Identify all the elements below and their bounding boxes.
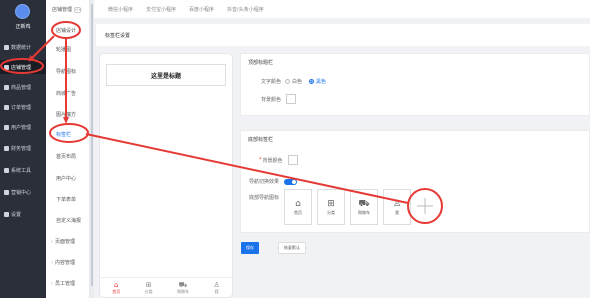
menu-scrollbar[interactable] — [90, 0, 94, 298]
sidebar-item-settings[interactable]: 设置 — [0, 207, 46, 221]
nav-effect-label: 导航切换效果 — [249, 179, 280, 185]
nav-icon-category[interactable]: ⊞ 分类 — [317, 189, 345, 225]
gear-icon — [4, 211, 9, 217]
shop-name: 正新鸡 — [15, 24, 31, 30]
nav-effect-row: 导航切换效果 — [249, 178, 298, 185]
wallet-icon — [4, 145, 9, 151]
wrench-icon — [4, 167, 9, 173]
menu-item-store-design[interactable]: 店铺设计 — [46, 24, 90, 37]
user-icon: ♙ — [213, 280, 220, 289]
megaphone-icon — [4, 189, 9, 195]
home-icon: ⌂ — [295, 198, 301, 209]
menu-item-ads[interactable]: 商城广告 — [46, 87, 90, 100]
tabbar-settings-panel: 顶部标题栏 文字颜色 白色 黑色 背景颜色 底部标签栏 * 背景颜色 导航切换效… — [240, 53, 590, 298]
top-title-card: 顶部标题栏 文字颜色 白色 黑色 背景颜色 — [240, 53, 590, 116]
tab-douyin[interactable]: 抖音/头条小程序 — [227, 6, 264, 13]
nav-icons-label: 底部导航图标 — [249, 195, 280, 201]
top-section-title: 顶部标题栏 — [248, 60, 274, 66]
tab-alipay[interactable]: 支付宝小程序 — [146, 6, 176, 13]
main-sidebar: 正新鸡 数据统计 店铺管理 商品管理 订单管理 用户管理 财务管理 系统工具 营… — [0, 0, 46, 298]
sidebar-item-goods[interactable]: 商品管理 — [0, 80, 46, 94]
menu-group-staff[interactable]: 员工管理 — [46, 277, 90, 290]
phone-preview: 这里是标题 ⌂ 首页 ⊞ 分类 ⛟ 购物车 ♙ 我 — [99, 53, 233, 298]
radio-black[interactable]: 黑色 — [309, 78, 326, 85]
platform-tabs: 微信小程序 支付宝小程序 百度小程序 抖音/头条小程序 — [94, 0, 590, 18]
home-icon: ⌂ — [113, 280, 119, 289]
save-button[interactable]: 保存 — [241, 242, 259, 254]
sidebar-item-orders[interactable]: 订单管理 — [0, 100, 46, 114]
preview-title-bar: 这里是标题 — [106, 64, 226, 86]
cart-icon: ⛟ — [178, 280, 188, 289]
text-color-row: 文字颜色 白色 黑色 — [261, 78, 326, 85]
shop-logo-avatar[interactable] — [15, 4, 30, 19]
bg-color-label: 背景颜色 — [261, 96, 282, 103]
tab-wechat[interactable]: 微信小程序 — [108, 6, 133, 13]
bottom-section-title: 底部标签栏 — [248, 137, 274, 143]
nav-icon-me[interactable]: ♙ 我 — [383, 189, 411, 225]
tab-baidu[interactable]: 百度小程序 — [189, 6, 214, 13]
page-title-bar: 标签栏设置 — [96, 24, 590, 46]
reset-button[interactable]: 恢复默认 — [278, 242, 306, 254]
menu-item-order-form[interactable]: 下单表单 — [46, 193, 90, 206]
preview-title: 这里是标题 — [150, 72, 181, 80]
preview-tab-me[interactable]: ♙ 我 — [213, 281, 219, 295]
chart-icon — [4, 44, 9, 50]
nav-icon-cart[interactable]: ⛟ 购物车 — [350, 189, 378, 225]
menu-group-pages[interactable]: 页面管理 — [46, 235, 90, 248]
preview-tabbar: ⌂ 首页 ⊞ 分类 ⛟ 购物车 ♙ 我 — [100, 277, 232, 297]
sidebar-item-users[interactable]: 用户管理 — [0, 120, 46, 134]
box-icon — [4, 84, 9, 90]
grid-icon: ⊞ — [145, 280, 152, 289]
sidebar-item-finance[interactable]: 财务管理 — [0, 141, 46, 155]
submenu-title: 店铺管理 — [52, 7, 73, 13]
menu-item-user-center[interactable]: 用户中心 — [46, 172, 90, 185]
order-icon — [4, 104, 9, 110]
store-icon — [4, 64, 9, 70]
text-color-label: 文字颜色 — [261, 79, 282, 85]
preview-tab-home[interactable]: ⌂ 首页 — [112, 281, 120, 295]
submenu-header: 店铺管理 << — [52, 6, 82, 13]
preview-tab-category[interactable]: ⊞ 分类 — [145, 281, 153, 295]
radio-white-dot — [285, 79, 291, 84]
collapse-button[interactable]: << — [74, 6, 82, 13]
nav-effect-toggle[interactable] — [284, 178, 298, 185]
menu-item-nav-icons[interactable]: 导航图标 — [46, 65, 90, 78]
secondary-menu: 店铺管理 << 店铺设计 轮播图 导航图标 商城广告 图片魔方 标签栏 首页布局… — [46, 0, 90, 298]
sidebar-item-tools[interactable]: 系统工具 — [0, 163, 46, 177]
radio-black-dot — [309, 79, 315, 84]
user-icon: ♙ — [392, 198, 402, 209]
menu-item-home-layout[interactable]: 首页布局 — [46, 150, 90, 163]
page-title: 标签栏设置 — [105, 32, 131, 39]
bottom-bg-color-row: * 背景颜色 — [259, 155, 298, 165]
top-bg-color-picker[interactable] — [286, 94, 297, 104]
preview-tab-cart[interactable]: ⛟ 购物车 — [177, 281, 189, 295]
user-icon — [4, 124, 9, 130]
sidebar-item-marketing[interactable]: 营销中心 — [0, 185, 46, 199]
sidebar-item-stats[interactable]: 数据统计 — [0, 40, 46, 54]
menu-item-poster[interactable]: 自定义海报 — [46, 214, 90, 227]
bottom-bg-label: 背景颜色 — [262, 157, 283, 164]
menu-item-banner[interactable]: 轮播图 — [46, 43, 90, 56]
menu-group-content[interactable]: 内容管理 — [46, 256, 90, 269]
scrollbar-thumb[interactable] — [91, 4, 93, 286]
cart-icon: ⛟ — [358, 198, 370, 209]
grid-icon: ⊞ — [327, 198, 335, 209]
top-bg-color-row: 背景颜色 — [261, 94, 297, 104]
bottom-bg-color-picker[interactable] — [287, 155, 298, 165]
nav-icon-home[interactable]: ⌂ 首页 — [284, 189, 312, 225]
sidebar-item-store[interactable]: 店铺管理 — [0, 60, 46, 74]
radio-white[interactable]: 白色 — [285, 78, 302, 85]
menu-item-magic-cube[interactable]: 图片魔方 — [46, 108, 90, 121]
menu-item-tabbar[interactable]: 标签栏 — [46, 128, 90, 141]
nav-icons-row: 底部导航图标 — [249, 194, 279, 201]
